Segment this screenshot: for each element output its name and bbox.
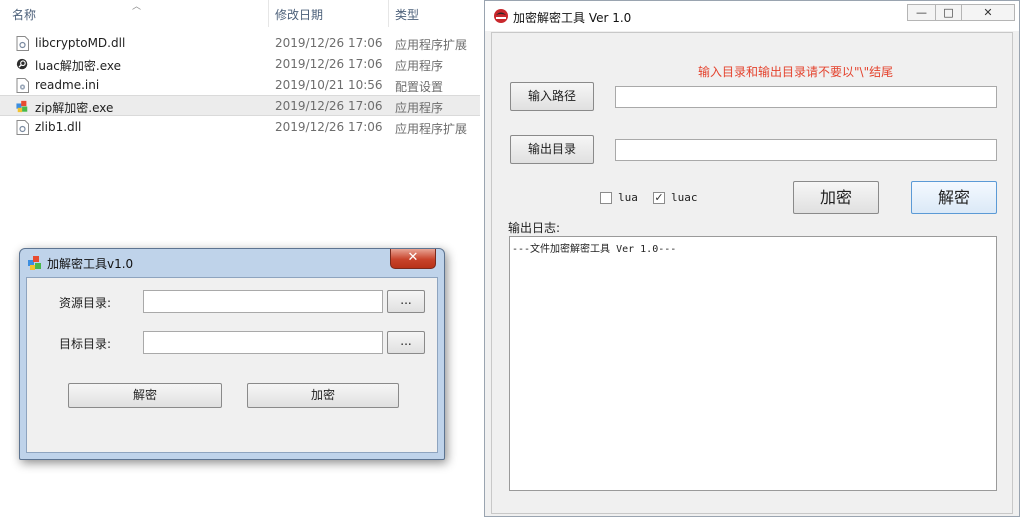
file-row[interactable]: luac解加密.exe 2019/12/26 17:06 应用程序 xyxy=(0,54,480,75)
source-dir-input[interactable] xyxy=(143,290,383,313)
file-type: 应用程序扩展 xyxy=(395,38,468,52)
main-encrypt-window: 加密解密工具 Ver 1.0 — □ ✕ 输入目录和输出目录请不要以"\"结尾 … xyxy=(484,0,1020,517)
column-header-modified[interactable]: 修改日期 xyxy=(275,6,323,23)
title-bar[interactable]: 加密解密工具 Ver 1.0 — □ ✕ xyxy=(485,1,1019,31)
output-dir-field[interactable] xyxy=(615,139,997,161)
column-header-name[interactable]: 名称 xyxy=(12,6,36,23)
app-icon xyxy=(28,256,41,270)
file-name: readme.ini xyxy=(35,78,100,92)
path-warning-text: 输入目录和输出目录请不要以"\"结尾 xyxy=(698,65,894,79)
dll-file-icon xyxy=(16,120,29,135)
column-divider[interactable] xyxy=(268,0,269,27)
source-dir-label: 资源目录: xyxy=(59,296,112,310)
file-type: 应用程序 xyxy=(395,101,444,115)
decrypt-button[interactable]: 解密 xyxy=(911,181,997,214)
browse-source-button[interactable]: ... xyxy=(387,290,425,313)
file-row-selected[interactable]: zip解加密.exe 2019/12/26 17:06 应用程序 xyxy=(0,95,480,116)
ini-file-icon xyxy=(16,78,29,93)
decrypt-button[interactable]: 解密 xyxy=(68,383,222,408)
file-name: luac解加密.exe xyxy=(35,59,121,73)
file-name: libcryptoMD.dll xyxy=(35,36,126,50)
file-list-header: 名称 ︿ 修改日期 类型 xyxy=(0,0,480,27)
minimize-button[interactable]: — xyxy=(907,4,936,21)
luac-checkbox[interactable]: ✓ xyxy=(653,192,665,204)
close-button[interactable]: ✕ xyxy=(961,4,1015,21)
app-icon xyxy=(494,9,508,23)
exe-file-icon xyxy=(16,58,28,70)
column-divider[interactable] xyxy=(388,0,389,27)
dll-file-icon xyxy=(16,36,29,51)
file-row[interactable]: zlib1.dll 2019/12/26 17:06 应用程序扩展 xyxy=(0,117,480,138)
browse-target-button[interactable]: ... xyxy=(387,331,425,354)
output-log-area[interactable]: ---文件加密解密工具 Ver 1.0--- xyxy=(509,236,997,491)
encrypt-button[interactable]: 加密 xyxy=(793,181,879,214)
small-decrypt-window: 加解密工具v1.0 ✕ 资源目录: ... 目标目录: ... 解密 加密 xyxy=(19,248,445,460)
output-dir-button[interactable]: 输出目录 xyxy=(510,135,594,164)
encrypt-button[interactable]: 加密 xyxy=(247,383,399,408)
file-modified: 2019/12/26 17:06 xyxy=(275,99,383,113)
file-row[interactable]: readme.ini 2019/10/21 10:56 配置设置 xyxy=(0,75,480,96)
file-modified: 2019/12/26 17:06 xyxy=(275,36,383,50)
app-file-icon xyxy=(16,100,28,113)
luac-checkbox-label[interactable]: luac xyxy=(671,191,698,204)
file-modified: 2019/12/26 17:06 xyxy=(275,120,383,134)
file-name: zip解加密.exe xyxy=(35,101,114,115)
input-path-button[interactable]: 输入路径 xyxy=(510,82,594,111)
maximize-button[interactable]: □ xyxy=(935,4,962,21)
column-header-type[interactable]: 类型 xyxy=(395,6,419,23)
lua-checkbox[interactable] xyxy=(600,192,612,204)
window-client-area: 资源目录: ... 目标目录: ... 解密 加密 xyxy=(26,277,438,453)
output-log-label: 输出日志: xyxy=(508,221,561,235)
window-title: 加密解密工具 Ver 1.0 xyxy=(513,11,632,25)
input-path-field[interactable] xyxy=(615,86,997,108)
lua-checkbox-label[interactable]: lua xyxy=(618,191,638,204)
window-title: 加解密工具v1.0 xyxy=(47,257,134,271)
file-row[interactable]: libcryptoMD.dll 2019/12/26 17:06 应用程序扩展 xyxy=(0,33,480,54)
file-type: 配置设置 xyxy=(395,80,444,94)
file-name: zlib1.dll xyxy=(35,120,82,134)
target-dir-input[interactable] xyxy=(143,331,383,354)
file-type: 应用程序扩展 xyxy=(395,122,468,136)
file-type: 应用程序 xyxy=(395,59,444,73)
file-modified: 2019/10/21 10:56 xyxy=(275,78,383,92)
window-client-area: 输入目录和输出目录请不要以"\"结尾 输入路径 输出目录 lua ✓ luac … xyxy=(491,32,1013,514)
close-button[interactable]: ✕ xyxy=(390,249,436,269)
sort-ascending-icon: ︿ xyxy=(132,2,142,12)
target-dir-label: 目标目录: xyxy=(59,337,112,351)
file-modified: 2019/12/26 17:06 xyxy=(275,57,383,71)
